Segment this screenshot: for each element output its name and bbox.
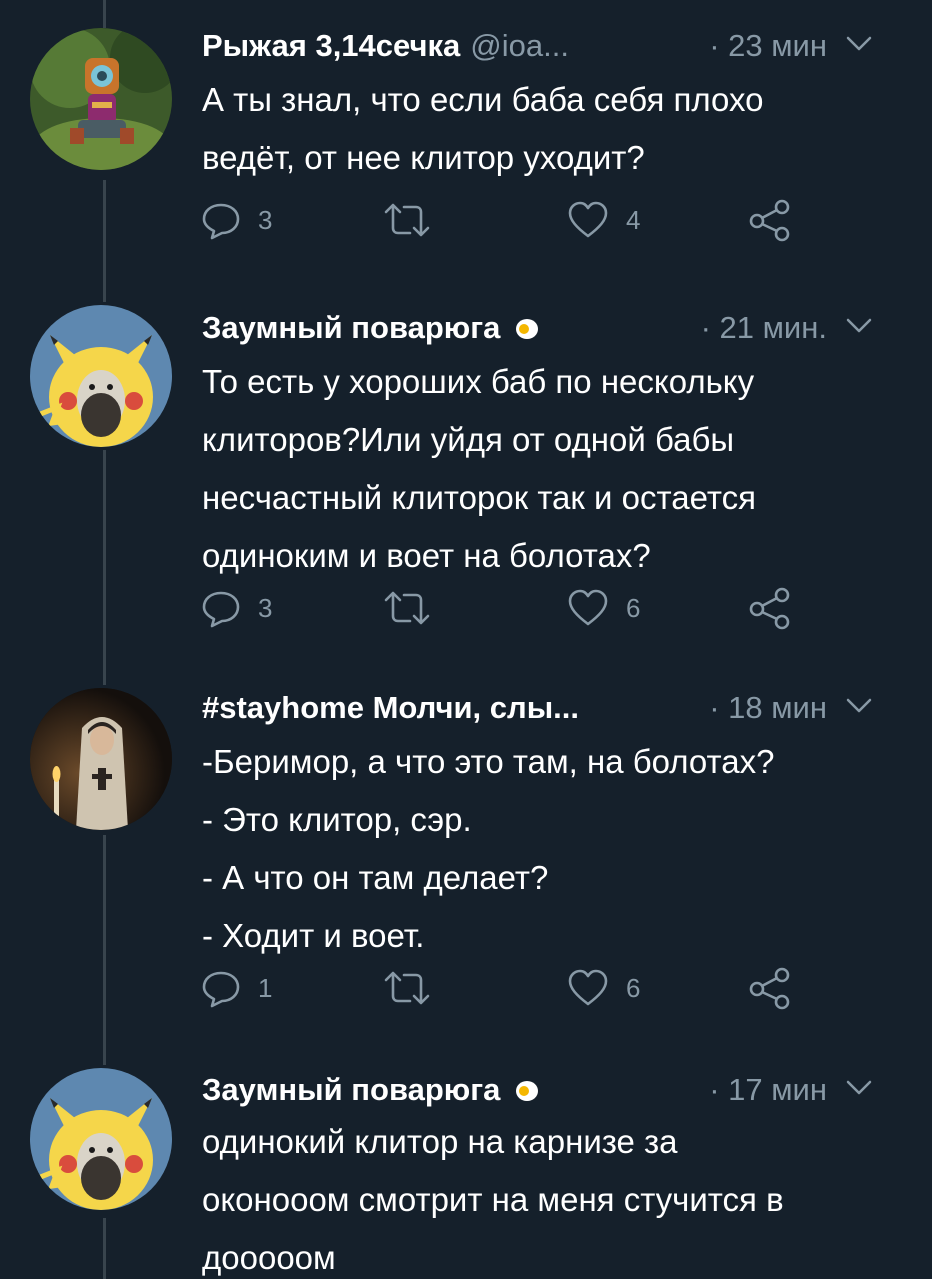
tweet-text-line: несчастный клиторок так и остается: [202, 479, 756, 516]
chevron-down-icon[interactable]: [846, 1078, 872, 1098]
tweet-text-line: - Это клитор, сэр.: [202, 801, 472, 838]
heart-icon: [568, 201, 608, 238]
retweet-icon: [384, 203, 430, 237]
tweet-text-line: дооооом: [202, 1239, 336, 1276]
reply-icon: [202, 203, 240, 240]
reply-button[interactable]: 3: [200, 198, 272, 242]
tweet-text-line: А ты знал, что если баба себя плохо: [202, 81, 764, 118]
tweet-text: А ты знал, что если баба себя плохо ведё…: [202, 71, 892, 187]
tweet-text-line: - Ходит и воет.: [202, 917, 425, 954]
tweet-text-line: одиноким и воет на болотах?: [202, 537, 651, 574]
display-name[interactable]: Заумный поварюга: [202, 1072, 500, 1108]
tweet-text-line: оконооом смотрит на меня стучится в: [202, 1181, 784, 1218]
tweet-header: Заумный поварюга · 21 мин.: [202, 308, 902, 348]
tweet-header: #stayhome Молчи, слы... · 18 мин: [202, 688, 902, 728]
timestamp[interactable]: · 18 мин: [709, 690, 827, 726]
thread-line: [103, 450, 106, 685]
share-icon: [749, 587, 790, 630]
thread-line: [103, 0, 106, 28]
user-handle[interactable]: @ioa...: [470, 28, 569, 64]
chevron-down-icon[interactable]: [846, 34, 872, 54]
egg-icon: [516, 1081, 539, 1101]
tweet-text: То есть у хороших баб по нескольку клито…: [202, 353, 892, 585]
tweet-text-line: клиторов?Или уйдя от одной бабы: [202, 421, 735, 458]
avatar[interactable]: [30, 28, 172, 170]
display-name[interactable]: Заумный поварюга: [202, 310, 500, 346]
tweet-text-line: - А что он там делает?: [202, 859, 549, 896]
tweet-text: одинокий клитор на карнизе за оконооом с…: [202, 1113, 892, 1279]
retweet-icon: [384, 591, 430, 625]
reply-button[interactable]: 3: [200, 586, 272, 630]
timestamp[interactable]: · 21 мин.: [701, 310, 827, 346]
tweet-text-line: ведёт, от нее клитор уходит?: [202, 139, 645, 176]
tweet-header: Рыжая 3,14сечка @ioa... · 23 мин: [202, 26, 902, 66]
share-button[interactable]: [748, 586, 792, 630]
thread-line: [103, 180, 106, 302]
display-name[interactable]: #stayhome Молчи, слы...: [202, 690, 579, 726]
timestamp[interactable]: · 23 мин: [709, 28, 827, 64]
reply-count: 1: [258, 972, 273, 1003]
like-count: 6: [626, 972, 641, 1003]
like-button[interactable]: 4: [566, 198, 640, 242]
tweet-text-line: -Беримор, а что это там, на болотах?: [202, 743, 775, 780]
tweet-header: Заумный поварюга · 17 мин: [202, 1070, 902, 1110]
retweet-icon: [384, 971, 430, 1005]
tweet-text: -Беримор, а что это там, на болотах? - Э…: [202, 733, 892, 965]
avatar[interactable]: [30, 1068, 172, 1210]
thread-line: [103, 835, 106, 1065]
retweet-button[interactable]: [382, 198, 432, 242]
display-name[interactable]: Рыжая 3,14сечка: [202, 28, 460, 64]
like-count: 4: [626, 204, 641, 235]
share-button[interactable]: [748, 198, 792, 242]
chevron-down-icon[interactable]: [846, 316, 872, 336]
action-bar: 3 4: [200, 198, 800, 242]
thread-line: [103, 1218, 106, 1279]
action-bar: 1 6: [200, 966, 800, 1010]
reply-button[interactable]: 1: [200, 966, 272, 1010]
reply-count: 3: [258, 592, 273, 623]
like-button[interactable]: 6: [566, 586, 640, 630]
avatar[interactable]: [30, 305, 172, 447]
like-button[interactable]: 6: [566, 966, 640, 1010]
tweet-text-line: То есть у хороших баб по нескольку: [202, 363, 755, 400]
share-icon: [749, 199, 790, 242]
reply-icon: [202, 971, 240, 1008]
reply-count: 3: [258, 204, 273, 235]
chevron-down-icon[interactable]: [846, 696, 872, 716]
heart-icon: [568, 589, 608, 626]
retweet-button[interactable]: [382, 966, 432, 1010]
timestamp[interactable]: · 17 мин: [709, 1072, 827, 1108]
heart-icon: [568, 969, 608, 1006]
avatar[interactable]: [30, 688, 172, 830]
reply-icon: [202, 591, 240, 628]
action-bar: 3 6: [200, 586, 800, 630]
like-count: 6: [626, 592, 641, 623]
tweet-text-line: одинокий клитор на карнизе за: [202, 1123, 678, 1160]
egg-icon: [516, 319, 539, 339]
share-button[interactable]: [748, 966, 792, 1010]
retweet-button[interactable]: [382, 586, 432, 630]
share-icon: [749, 967, 790, 1010]
